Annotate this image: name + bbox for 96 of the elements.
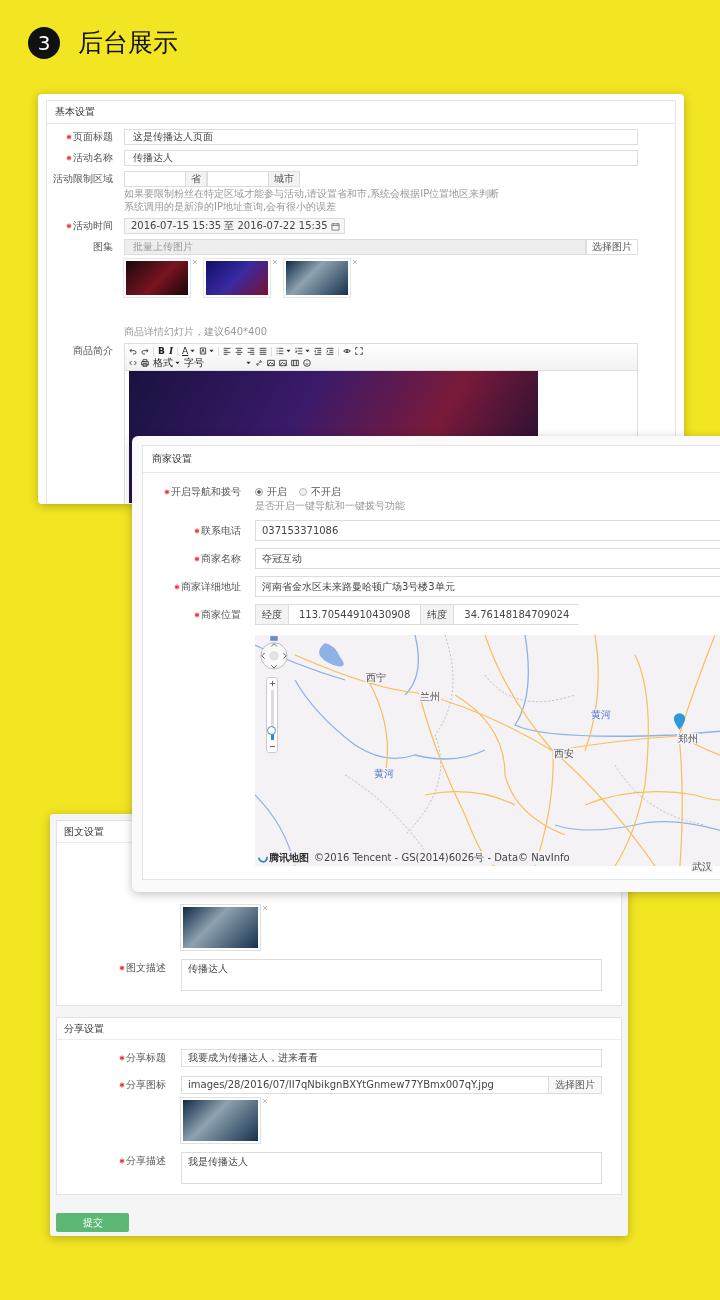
radio-button[interactable]: [255, 487, 263, 496]
field-label: 商家名称: [201, 551, 241, 566]
text-field[interactable]: 这是传播达人页面: [124, 129, 638, 145]
field-label: 联系电话: [201, 523, 241, 538]
text-field[interactable]: 河南省金水区未来路曼哈顿广场3号楼3单元: [255, 576, 720, 597]
help-text: 系统调用的是新浪的IP地址查询,会有很小的误差: [124, 200, 338, 213]
pan-control-icon[interactable]: [259, 635, 289, 671]
field-label: 分享图标: [126, 1078, 166, 1092]
river-label: 黄河: [590, 709, 612, 720]
image-path-field[interactable]: images/28/2016/07/II7qNbikgnBXYtGnmew77YBmx007qY.jpg: [181, 1076, 549, 1094]
region-field[interactable]: [207, 171, 269, 187]
smiley-icon[interactable]: [303, 359, 311, 367]
city-label: 武汉: [691, 861, 713, 872]
city-label: 西宁: [365, 672, 387, 683]
align-left-icon[interactable]: [223, 347, 232, 355]
field-label: 页面标题: [73, 130, 113, 144]
bold-button[interactable]: B: [158, 346, 165, 356]
code-icon[interactable]: [129, 359, 137, 367]
field-label: 商家位置: [201, 607, 241, 622]
section-title: 基本设置: [47, 101, 675, 124]
text-field[interactable]: 夺冠互动: [255, 548, 720, 569]
bullet-list-icon[interactable]: [276, 347, 285, 355]
undo-icon[interactable]: [129, 347, 137, 355]
caret-icon[interactable]: [305, 349, 311, 353]
field-label: 商品简介: [73, 344, 113, 358]
date-range-field[interactable]: 2016-07-15 15:35 至 2016-07-22 15:35: [124, 218, 345, 234]
field-label: 图集: [93, 240, 113, 254]
field-label: 图文描述: [126, 961, 166, 975]
field-label: 活动限制区域: [53, 172, 113, 186]
description-textarea[interactable]: 传播达人: [181, 959, 602, 991]
radio-button[interactable]: [299, 487, 307, 496]
field-label: 分享描述: [126, 1154, 166, 1168]
image-icon[interactable]: [267, 359, 275, 367]
photo-placeholder: [284, 259, 350, 297]
caret-icon[interactable]: [246, 361, 251, 365]
city-label: 郑州: [677, 733, 699, 744]
format-dropdown[interactable]: 格式: [153, 357, 173, 369]
step-number: 3: [28, 26, 60, 59]
field-addon: 纬度: [420, 604, 455, 625]
fullscreen-icon[interactable]: [355, 347, 364, 355]
zoom-out-icon[interactable]: [268, 743, 276, 750]
city-label: 兰州: [419, 691, 441, 702]
image-icon[interactable]: [279, 359, 287, 367]
caret-icon[interactable]: [286, 349, 292, 353]
latitude-field[interactable]: 34.76148184709024: [454, 604, 580, 625]
justify-icon[interactable]: [259, 347, 268, 355]
longitude-field[interactable]: 113.70544910430908: [289, 604, 421, 625]
indent-icon[interactable]: [326, 347, 335, 355]
text-field[interactable]: 037153371086: [255, 520, 720, 541]
preview-icon[interactable]: [343, 347, 352, 355]
field-label: 商家详细地址: [181, 579, 241, 594]
field-label: 开启导航和拨号: [171, 484, 241, 499]
numbered-list-icon[interactable]: [295, 347, 304, 355]
field-label: 分享标题: [126, 1051, 166, 1065]
zoom-thumb[interactable]: [266, 726, 276, 735]
calendar-icon[interactable]: [330, 221, 340, 231]
help-text: 商品详情幻灯片，建议640*400: [124, 325, 269, 338]
map-pin-icon: [673, 712, 686, 731]
map-logo-text: 腾讯地图: [269, 851, 309, 865]
outdent-icon[interactable]: [314, 347, 323, 355]
font-size-dropdown[interactable]: 字号: [184, 357, 204, 369]
caret-icon[interactable]: [209, 349, 215, 353]
field-addon: 经度: [255, 604, 289, 625]
choose-image-button[interactable]: 选择图片: [549, 1076, 602, 1094]
description-textarea[interactable]: 我是传播达人: [181, 1152, 602, 1184]
text-field[interactable]: 传播达人: [124, 150, 638, 166]
city-label: 西安: [553, 748, 575, 759]
zoom-in-icon[interactable]: [268, 680, 276, 687]
field-addon: 城市: [269, 171, 300, 187]
map-copyright: ©2016 Tencent - GS(2014)6026号 - Data© NavInfo: [314, 851, 570, 865]
radio-label[interactable]: 开启: [267, 484, 287, 499]
italic-button[interactable]: I: [168, 346, 174, 356]
section-title: 分享设置: [57, 1018, 621, 1040]
choose-image-button[interactable]: 选择图片: [586, 239, 638, 255]
caret-icon[interactable]: [175, 361, 180, 365]
river-label: 黄河: [373, 768, 395, 779]
redo-icon[interactable]: [141, 347, 149, 355]
page-title: 后台展示: [78, 27, 178, 59]
link-icon[interactable]: [255, 359, 263, 367]
photo-placeholder: [204, 259, 270, 297]
align-center-icon[interactable]: [235, 347, 244, 355]
caret-icon[interactable]: [190, 349, 196, 353]
zoom-slider[interactable]: [266, 677, 278, 753]
photo-placeholder: [124, 259, 190, 297]
align-right-icon[interactable]: [247, 347, 256, 355]
radio-label[interactable]: 不开启: [311, 484, 341, 499]
text-field[interactable]: 我要成为传播达人，进来看看: [181, 1049, 602, 1067]
video-icon[interactable]: [291, 359, 299, 367]
help-text: 如果要限制粉丝在特定区域才能参与活动,请设置省和市,系统会根据IP位置地区来判断: [124, 187, 501, 200]
highlight-icon[interactable]: [199, 347, 208, 355]
field-label: 活动名称: [73, 151, 113, 165]
printer-icon[interactable]: [141, 359, 149, 367]
font-color-button[interactable]: A: [182, 346, 189, 356]
field-addon: 省: [186, 171, 207, 187]
field-label: 活动时间: [73, 219, 113, 233]
region-field[interactable]: [124, 171, 186, 187]
